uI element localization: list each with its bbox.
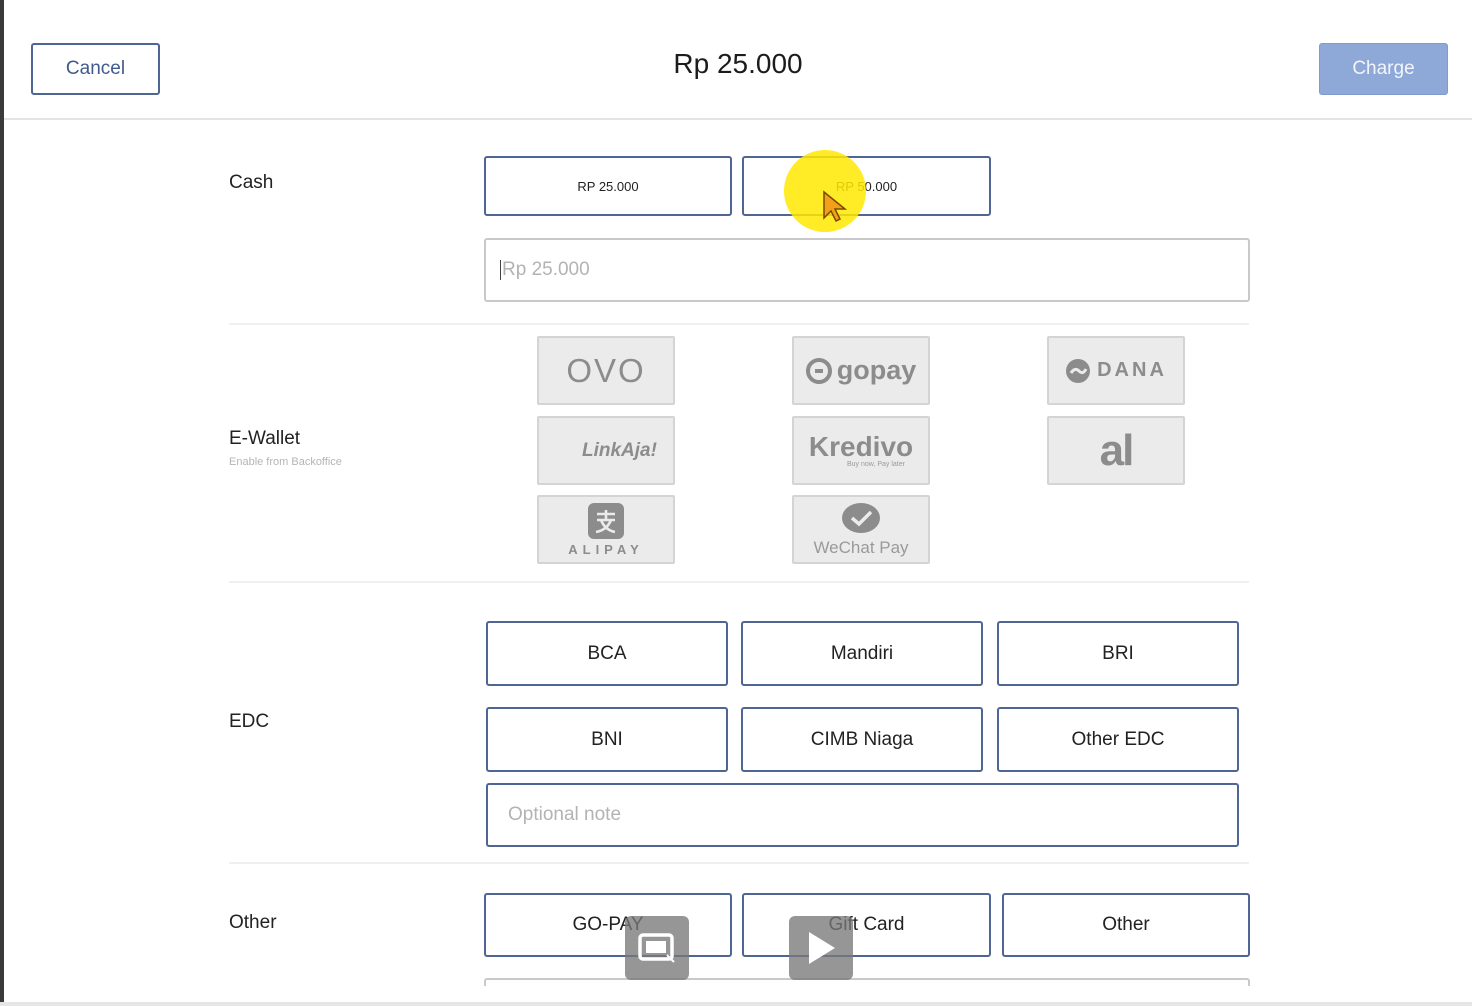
section-divider — [229, 581, 1249, 583]
alipay-button[interactable]: ALIPAY — [537, 495, 675, 564]
kredivo-logo-icon: Kredivo — [808, 431, 914, 462]
ovo-button[interactable]: OVO — [537, 336, 675, 405]
linkaja-button[interactable]: LinkAja! — [537, 416, 675, 485]
text-caret — [500, 260, 501, 280]
mouse-pointer-icon — [823, 190, 848, 223]
cash-quick-amount-50000[interactable]: RP 50.000 — [742, 156, 991, 216]
other-gift-card-button[interactable]: Gift Card — [742, 893, 991, 957]
edc-label: EDC — [229, 711, 270, 732]
edc-bri-button[interactable]: BRI — [997, 621, 1239, 686]
ewallet-sublabel: Enable from Backoffice — [229, 456, 342, 468]
ovo-logo-icon: OVO — [566, 351, 646, 389]
wechat-check-icon — [842, 502, 880, 533]
window-left-edge — [0, 0, 4, 1006]
kredivo-button[interactable]: Kredivo Buy now, Pay later — [792, 416, 930, 485]
edc-cimb-niaga-button[interactable]: CIMB Niaga — [741, 707, 983, 772]
screen-record-icon — [638, 933, 675, 963]
wechat-pay-button[interactable]: WeChat Pay — [792, 495, 930, 564]
window-bottom-edge — [0, 1002, 1472, 1006]
play-icon — [809, 932, 835, 964]
dana-button[interactable]: DANA — [1047, 336, 1185, 405]
charge-button[interactable]: Charge — [1319, 43, 1448, 95]
cash-amount-input[interactable]: Rp 25.000 — [484, 238, 1250, 302]
edc-other-button[interactable]: Other EDC — [997, 707, 1239, 772]
dana-circle-icon — [1066, 358, 1091, 383]
edc-note-placeholder: Optional note — [508, 804, 622, 825]
kredivo-tagline: Buy now, Pay later — [847, 461, 905, 468]
alipay-symbol-icon — [588, 503, 624, 539]
dana-logo-icon: DANA — [1097, 359, 1167, 381]
screen-record-button[interactable] — [625, 916, 689, 980]
gopay-button[interactable]: gopay — [792, 336, 930, 405]
other-label: Other — [229, 912, 277, 933]
cash-amount-placeholder: Rp 25.000 — [502, 259, 590, 280]
total-amount: Rp 25.000 — [673, 48, 803, 79]
section-divider — [229, 862, 1249, 864]
other-note-input-partial[interactable] — [484, 978, 1250, 986]
linkaja-logo-icon: LinkAja! — [582, 439, 657, 461]
section-divider — [229, 323, 1249, 325]
akulaku-button[interactable]: al — [1047, 416, 1185, 485]
gopay-circle-icon — [805, 357, 832, 384]
gopay-logo-icon: gopay — [836, 355, 917, 385]
play-button[interactable] — [789, 916, 853, 980]
wechat-pay-logo-icon: WeChat Pay — [813, 537, 909, 557]
akulaku-logo-icon: al — [1099, 425, 1135, 475]
alipay-logo-icon: ALIPAY — [568, 542, 644, 557]
other-gopay-button[interactable]: GO-PAY — [484, 893, 732, 957]
edc-note-input[interactable]: Optional note — [486, 783, 1239, 847]
edc-mandiri-button[interactable]: Mandiri — [741, 621, 983, 686]
cash-label: Cash — [229, 172, 274, 193]
other-other-button[interactable]: Other — [1002, 893, 1250, 957]
payment-header: Cancel Rp 25.000 Charge — [4, 0, 1472, 120]
edc-bni-button[interactable]: BNI — [486, 707, 728, 772]
ewallet-label: E-Wallet — [229, 428, 301, 449]
edc-bca-button[interactable]: BCA — [486, 621, 728, 686]
cash-quick-amount-25000[interactable]: RP 25.000 — [484, 156, 732, 216]
